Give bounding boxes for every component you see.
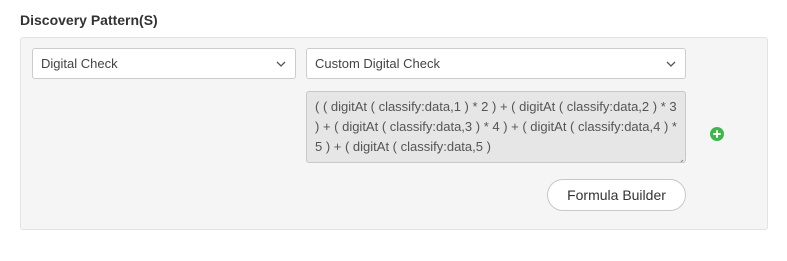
- formula-text: ( ( digitAt ( classify:data,1 ) * 2 ) + …: [315, 99, 677, 154]
- pattern-subtype-value: Custom Digital Check: [315, 56, 440, 71]
- formula-textarea[interactable]: ( ( digitAt ( classify:data,1 ) * 2 ) + …: [306, 91, 686, 163]
- chevron-down-icon: [275, 49, 287, 78]
- pattern-subtype-select[interactable]: Custom Digital Check: [306, 48, 686, 79]
- pattern-type-select[interactable]: Digital Check: [32, 48, 296, 79]
- plus-circle-icon[interactable]: [710, 127, 724, 141]
- pattern-type-value: Digital Check: [41, 56, 118, 71]
- chevron-down-icon: [665, 49, 677, 78]
- resize-handle-icon[interactable]: [676, 153, 684, 162]
- section-title: Discovery Pattern(S): [20, 12, 158, 28]
- discovery-pattern-panel: Digital Check Custom Digital Check ( ( d…: [20, 37, 768, 230]
- formula-builder-button[interactable]: Formula Builder: [547, 179, 686, 211]
